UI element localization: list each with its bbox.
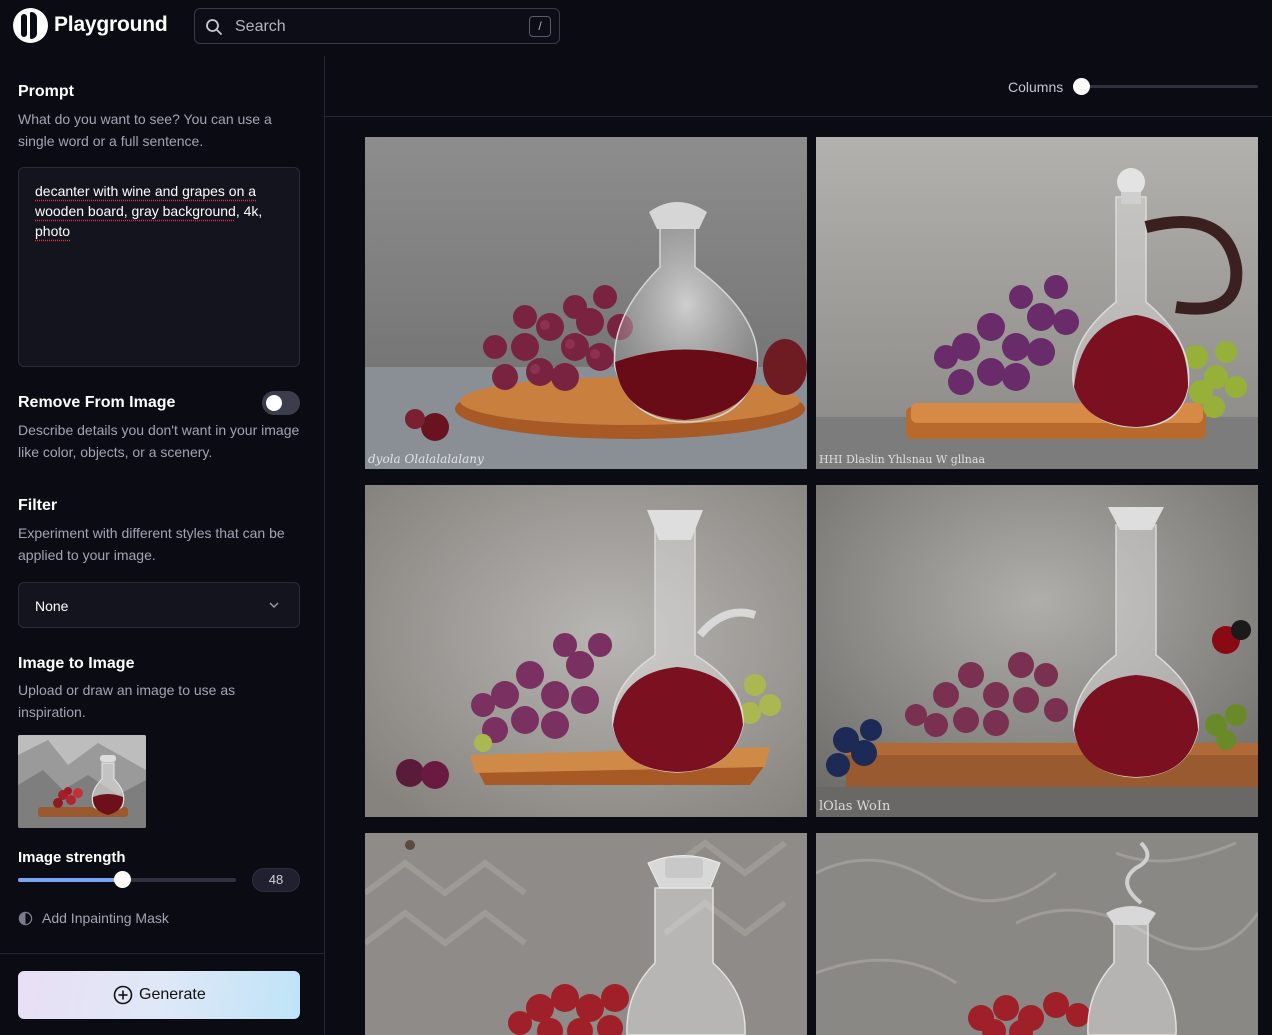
toggle-knob [266, 395, 282, 411]
sidebar-divider [0, 953, 324, 954]
search-input[interactable]: Search / [194, 8, 560, 44]
add-inpainting-mask-label: Add Inpainting Mask [42, 910, 169, 926]
search-icon [206, 19, 222, 35]
source-image-thumbnail[interactable] [18, 735, 146, 828]
plus-circle-icon [113, 985, 133, 1005]
remove-from-image-title: Remove From Image [18, 394, 176, 411]
remove-from-image-toggle[interactable] [262, 391, 300, 415]
columns-label: Columns [1008, 79, 1064, 95]
generated-image[interactable] [365, 833, 807, 1035]
remove-from-image-description: Describe details you don't want in your … [18, 422, 300, 460]
image-strength-slider-thumb[interactable] [114, 871, 132, 888]
mask-icon [18, 911, 33, 926]
image-strength-fill [18, 878, 123, 882]
prompt-textarea[interactable]: decanter with wine and grapes on a woode… [18, 167, 300, 367]
playground-logo-icon[interactable] [13, 8, 48, 43]
generated-image[interactable]: lOlas WoIn [816, 485, 1258, 817]
image-to-image-description: Upload or draw an image to use as inspir… [18, 682, 236, 720]
generate-button[interactable]: Generate [18, 971, 300, 1019]
generate-label: Generate [139, 986, 206, 1003]
prompt-text-part: , 4k, [235, 203, 263, 219]
image-strength-label: Image strength [18, 849, 126, 866]
prompt-description: What do you want to see? You can use a s… [18, 111, 272, 149]
generated-image[interactable]: dyola Olalalalalany [365, 137, 807, 469]
columns-slider[interactable] [1081, 85, 1258, 88]
image-watermark: dyola Olalalalalany [368, 452, 484, 466]
prompt-text-part: photo [35, 223, 71, 239]
filter-select[interactable]: None [18, 582, 300, 628]
top-bar: Playground Search / [0, 0, 1272, 56]
image-to-image-title: Image to Image [18, 655, 135, 672]
filter-selected-value: None [35, 598, 69, 614]
gallery-toolbar: Columns [325, 56, 1272, 117]
columns-slider-thumb[interactable] [1073, 78, 1090, 95]
image-watermark: lOlas WoIn [819, 799, 891, 814]
chevron-down-icon [269, 602, 279, 608]
image-strength-value[interactable]: 48 [252, 868, 300, 892]
search-shortcut-key: / [529, 16, 551, 37]
app-name[interactable]: Playground [54, 13, 168, 37]
search-placeholder: Search [235, 18, 286, 35]
image-watermark: HHI Dlaslin Yhlsnau W gllnaa [819, 453, 985, 466]
prompt-title: Prompt [18, 83, 74, 100]
generated-image[interactable] [816, 833, 1258, 1035]
filter-description: Experiment with different styles that ca… [18, 525, 285, 563]
filter-title: Filter [18, 497, 58, 514]
settings-sidebar: Prompt What do you want to see? You can … [0, 56, 325, 1035]
generated-image[interactable]: HHI Dlaslin Yhlsnau W gllnaa [816, 137, 1258, 469]
generated-image[interactable] [365, 485, 807, 817]
prompt-text-part: decanter with wine and grapes on a woode… [35, 183, 257, 219]
